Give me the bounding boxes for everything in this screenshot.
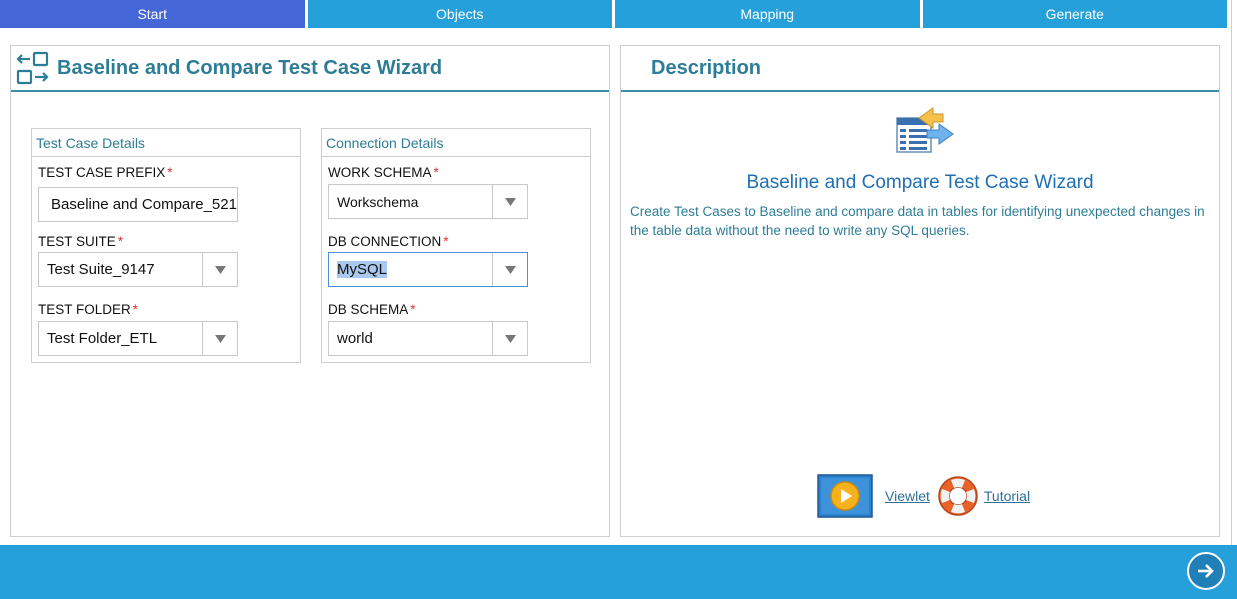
test-case-details-group: Test Case Details TEST CASE PREFIX * Base… bbox=[31, 128, 301, 363]
test-case-prefix-input[interactable]: Baseline and Compare_521 bbox=[38, 187, 238, 222]
chevron-down-icon bbox=[504, 197, 516, 206]
window-edge bbox=[1231, 0, 1237, 545]
play-icon[interactable] bbox=[817, 474, 873, 518]
help-links: Viewlet Tutorial bbox=[817, 474, 1030, 518]
test-folder-label: TEST FOLDER * bbox=[38, 302, 139, 317]
wizard-panel: Baseline and Compare Test Case Wizard Te… bbox=[10, 45, 610, 537]
test-suite-dropdown-button[interactable] bbox=[202, 253, 237, 286]
next-button[interactable] bbox=[1187, 552, 1225, 590]
tab-generate[interactable]: Generate bbox=[922, 0, 1227, 28]
test-suite-select[interactable]: Test Suite_9147 bbox=[38, 252, 238, 287]
work-schema-dropdown-button[interactable] bbox=[492, 185, 527, 218]
chevron-down-icon bbox=[214, 334, 226, 343]
tab-objects[interactable]: Objects bbox=[307, 0, 612, 28]
wizard-header: Baseline and Compare Test Case Wizard bbox=[11, 46, 609, 92]
connection-details-title: Connection Details bbox=[322, 129, 590, 157]
test-folder-select[interactable]: Test Folder_ETL bbox=[38, 321, 238, 356]
test-suite-value: Test Suite_9147 bbox=[47, 261, 155, 278]
chevron-down-icon bbox=[504, 334, 516, 343]
db-schema-value: world bbox=[337, 330, 373, 347]
work-schema-select[interactable]: Workschema bbox=[328, 184, 528, 219]
lifebuoy-icon[interactable] bbox=[936, 474, 980, 518]
tab-mapping[interactable]: Mapping bbox=[615, 0, 920, 28]
description-header: Description bbox=[621, 46, 1219, 92]
test-case-prefix-label: TEST CASE PREFIX * bbox=[38, 165, 173, 180]
viewlet-link[interactable]: Viewlet bbox=[885, 488, 930, 504]
description-heading: Baseline and Compare Test Case Wizard bbox=[746, 172, 1094, 193]
tab-start[interactable]: Start bbox=[0, 0, 305, 28]
test-suite-label: TEST SUITE * bbox=[38, 234, 124, 249]
connection-details-group: Connection Details WORK SCHEMA * Worksche… bbox=[321, 128, 591, 363]
work-schema-label: WORK SCHEMA * bbox=[328, 165, 439, 180]
db-connection-select[interactable]: MySQL bbox=[328, 252, 528, 287]
description-panel: Description Baseline and Compare Test Ca… bbox=[620, 45, 1220, 537]
footer-bar bbox=[0, 545, 1237, 599]
description-title: Description bbox=[651, 56, 762, 79]
arrow-right-circle-icon bbox=[1198, 564, 1214, 578]
test-case-details-title: Test Case Details bbox=[32, 129, 300, 157]
db-connection-label: DB CONNECTION * bbox=[328, 234, 449, 249]
db-schema-label: DB SCHEMA * bbox=[328, 302, 416, 317]
db-schema-dropdown-button[interactable] bbox=[492, 322, 527, 355]
test-folder-value: Test Folder_ETL bbox=[47, 330, 158, 347]
wizard-flow-icon bbox=[16, 51, 49, 85]
wizard-title: Baseline and Compare Test Case Wizard bbox=[57, 56, 443, 79]
chevron-down-icon bbox=[504, 265, 516, 274]
test-folder-dropdown-button[interactable] bbox=[202, 322, 237, 355]
table-arrows-icon bbox=[896, 107, 954, 153]
db-schema-select[interactable]: world bbox=[328, 321, 528, 356]
db-connection-value: MySQL bbox=[337, 261, 388, 278]
tutorial-link[interactable]: Tutorial bbox=[984, 488, 1030, 504]
db-connection-dropdown-button[interactable] bbox=[492, 253, 527, 286]
wizard-steps: Start Objects Mapping Generate bbox=[0, 0, 1237, 28]
work-schema-value: Workschema bbox=[337, 193, 419, 210]
description-text: Create Test Cases to Baseline and compar… bbox=[630, 204, 1205, 238]
chevron-down-icon bbox=[214, 265, 226, 274]
